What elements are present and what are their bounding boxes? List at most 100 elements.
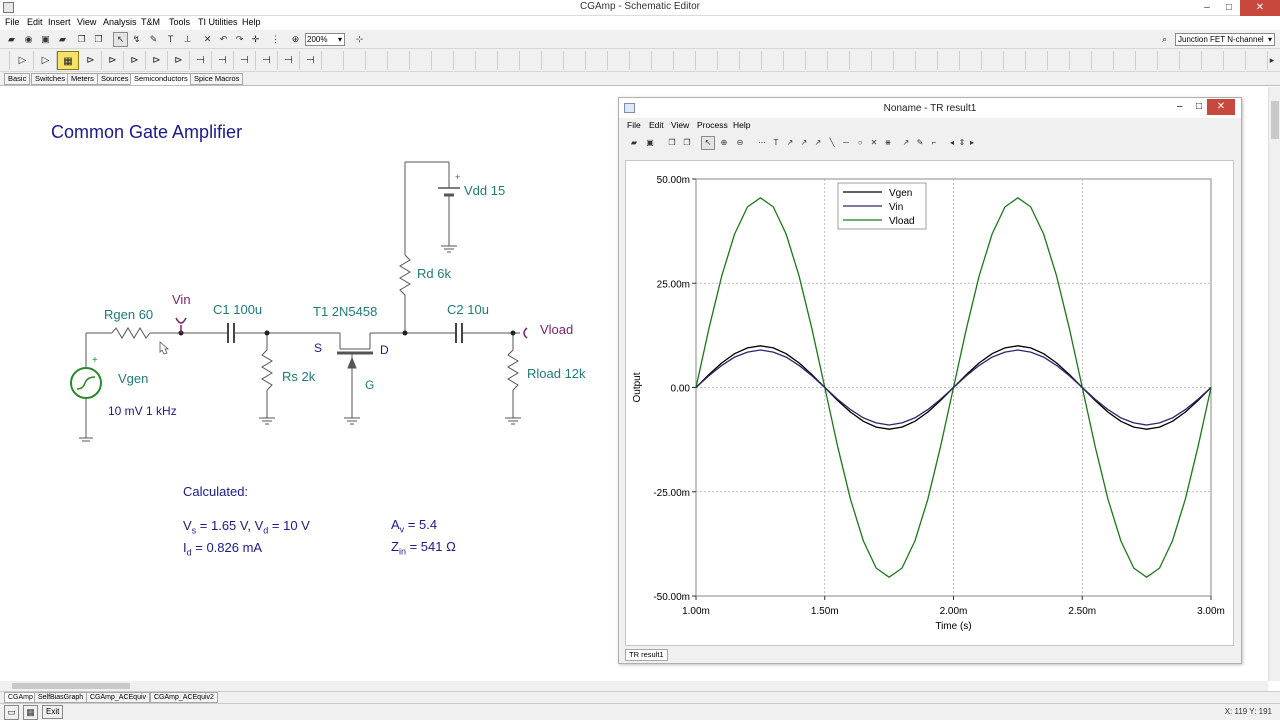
vin-marker-icon[interactable] [175,317,187,324]
move-icon[interactable]: ✛ [248,32,263,47]
label-c2[interactable]: C2 10u [447,302,489,317]
line-icon[interactable]: ╲ [825,136,839,150]
result-menu-file[interactable]: File [627,120,641,130]
tab-cgamp-acequiv[interactable]: CGAmp_ACEquiv [86,692,151,703]
zoom-out-icon[interactable]: ⊖ [733,136,747,150]
label-vdd[interactable]: Vdd 15 [464,183,505,198]
tab-cgamp[interactable]: CGAmp [4,692,37,703]
menu-view[interactable]: View [77,17,96,27]
label-vin[interactable]: Vin [172,292,191,307]
component-search-icon[interactable]: ⌕ [1157,32,1172,47]
wire-icon[interactable]: ↯ [129,32,144,47]
scroll-thumb[interactable] [12,683,130,689]
menu-tools[interactable]: Tools [169,17,190,27]
njfet-icon[interactable]: ⊣ [234,51,256,70]
result-menu-process[interactable]: Process [697,120,728,130]
marker-icon[interactable]: ✕ [867,136,881,150]
menu-file[interactable]: File [5,17,20,27]
result-menu-view[interactable]: View [671,120,689,130]
circle-icon[interactable]: ○ [853,136,867,150]
curve-icon[interactable]: ↗ [899,136,913,150]
nmos-icon[interactable]: ⊣ [278,51,300,70]
label-rload[interactable]: Rload 12k [527,366,586,381]
menu-tm[interactable]: T&M [141,17,160,27]
plot-area[interactable]: 1.00m 1.50m 2.00m 2.50m 3.00m 50.00m 25.00m 0.0… [625,160,1234,646]
hline-icon[interactable]: ─ [839,136,853,150]
pencil-icon[interactable]: ✎ [146,32,161,47]
label-t1[interactable]: T1 2N5458 [313,304,377,319]
horizontal-scrollbar[interactable] [0,681,1268,691]
grid-icon[interactable]: ⋯ [755,136,769,150]
cursor-c-icon[interactable]: ↗ [811,136,825,150]
tab-sources[interactable]: Sources [97,73,133,85]
tab-selfbiasgraph[interactable]: SelfBiasGraph [34,692,88,703]
label-vload[interactable]: Vload [540,322,573,337]
paste-icon[interactable]: ❐ [91,32,106,47]
pmos-icon[interactable]: ⊣ [300,51,322,70]
cursor-a-icon[interactable]: ↗ [783,136,797,150]
led-icon[interactable]: ⊳ [80,51,102,70]
open-icon[interactable]: ▰ [4,32,19,47]
grid-toggle-icon[interactable]: ▦ [23,705,38,720]
folder-icon[interactable]: ▰ [55,32,70,47]
result-minimize-button[interactable]: – [1177,101,1183,112]
zoom-in-icon[interactable]: ⊕ [717,136,731,150]
tab-switches[interactable]: Switches [31,73,70,85]
menu-insert[interactable]: Insert [48,17,71,27]
select-arrow-icon[interactable]: ↖ [113,32,128,47]
result-menu-help[interactable]: Help [733,120,750,130]
component-select[interactable]: Junction FET N-channel ▾ [1175,33,1275,46]
tab-cgamp-acequiv2[interactable]: CGAmp_ACEquiv2 [150,692,218,703]
menu-edit[interactable]: Edit [27,17,43,27]
exit-button[interactable]: Exit [42,705,64,719]
label-rd[interactable]: Rd 6k [417,266,451,281]
pnp-icon[interactable]: ⊣ [212,51,234,70]
tab-semiconductors[interactable]: Semiconductors [130,73,192,85]
zoom-icon[interactable]: ⊕ [288,32,303,47]
tab-basic[interactable]: Basic [4,73,31,85]
tab-meters[interactable]: Meters [67,73,98,85]
vgen-source-symbol[interactable] [70,367,102,399]
palette-scroll-icon[interactable]: ▸ [1266,53,1278,68]
bus-icon[interactable]: ⟂ [180,32,195,47]
close-button[interactable]: ✕ [1240,0,1280,16]
sweep-icon[interactable]: ⋇ [881,136,895,150]
save-icon[interactable]: ▣ [643,136,657,150]
search-icon[interactable]: ◉ [21,32,36,47]
diac-icon[interactable]: ⊳ [168,51,190,70]
delete-icon[interactable]: ✕ [200,32,215,47]
diode-icon[interactable]: ▷ [12,51,34,70]
npn-icon[interactable]: ⊣ [190,51,212,70]
pjfet-icon[interactable]: ⊣ [256,51,278,70]
grid-icon[interactable]: ⋮ [268,32,283,47]
label-rs[interactable]: Rs 2k [282,369,315,384]
redo-icon[interactable]: ↷ [232,32,247,47]
zener-icon[interactable]: ▷ [35,51,57,70]
tab-spice-macros[interactable]: Spice Macros [190,73,244,85]
maximize-button[interactable]: □ [1218,0,1240,16]
zoom-select[interactable]: 200% ▾ [305,33,345,46]
label-c1[interactable]: C1 100u [213,302,262,317]
pen-icon[interactable]: ✎ [913,136,927,150]
result-maximize-button[interactable]: □ [1196,101,1202,112]
tunnel-diode-icon[interactable]: ⊳ [146,51,168,70]
menu-analysis[interactable]: Analysis [103,17,137,27]
result-close-button[interactable]: ✕ [1207,99,1235,115]
save-icon[interactable]: ▣ [38,32,53,47]
scroll-thumb[interactable] [1271,101,1279,139]
varactor-icon[interactable]: ⊳ [124,51,146,70]
text-icon[interactable]: T [769,136,783,150]
cursor-b-icon[interactable]: ↗ [797,136,811,150]
select-arrow-icon[interactable]: ↖ [701,136,715,150]
new-window-icon[interactable]: ▭ [4,705,19,720]
schottky-icon[interactable]: ⊳ [102,51,124,70]
paste-icon[interactable]: ❐ [680,136,694,150]
open-icon[interactable]: ▰ [627,136,641,150]
scroll-right-icon[interactable]: ▸ [965,136,979,150]
undo-icon[interactable]: ↶ [216,32,231,47]
vload-marker-icon[interactable] [523,327,528,339]
vertical-scrollbar[interactable] [1268,87,1280,681]
ic-555-icon[interactable]: ▦ [57,51,79,70]
result-menu-edit[interactable]: Edit [649,120,664,130]
menu-ti-utilities[interactable]: TI Utilities [198,17,238,27]
